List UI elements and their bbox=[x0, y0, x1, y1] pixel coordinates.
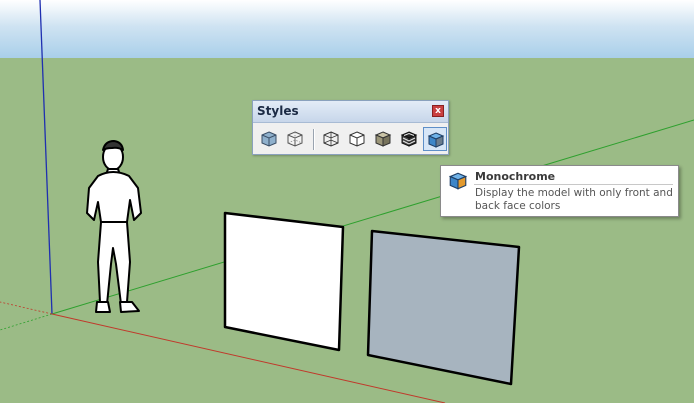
toolbar-titlebar[interactable]: Styles x bbox=[253, 101, 448, 123]
scale-figure[interactable] bbox=[86, 140, 142, 313]
tooltip-description: Display the model with only front and ba… bbox=[475, 187, 673, 212]
wireframe-icon bbox=[323, 131, 339, 147]
back-edges-button[interactable] bbox=[283, 127, 307, 151]
wireframe-button[interactable] bbox=[319, 127, 343, 151]
tooltip-title: Monochrome bbox=[475, 170, 556, 183]
close-button[interactable]: x bbox=[432, 105, 444, 117]
shaded-textures-button[interactable] bbox=[397, 127, 421, 151]
monochrome-icon bbox=[448, 172, 468, 190]
shaded-textures-icon bbox=[400, 131, 418, 147]
hidden-line-button[interactable] bbox=[345, 127, 369, 151]
xray-icon bbox=[261, 131, 277, 147]
back-edges-icon bbox=[287, 131, 303, 147]
shaded-button[interactable] bbox=[371, 127, 395, 151]
xray-button[interactable] bbox=[257, 127, 281, 151]
shaded-icon bbox=[374, 131, 392, 147]
back-face-panel[interactable] bbox=[366, 229, 521, 386]
monochrome-icon bbox=[427, 132, 445, 148]
styles-toolbar[interactable]: Styles x bbox=[252, 100, 449, 155]
green-axis-negative bbox=[0, 313, 53, 331]
tooltip-divider bbox=[474, 184, 673, 185]
blue-axis bbox=[39, 0, 53, 315]
red-axis-negative bbox=[0, 301, 53, 315]
monochrome-tooltip: Monochrome Display the model with only f… bbox=[440, 165, 679, 217]
monochrome-button[interactable] bbox=[423, 127, 447, 151]
toolbar-separator bbox=[313, 129, 315, 150]
toolbar-buttons bbox=[257, 127, 447, 153]
toolbar-title: Styles bbox=[257, 104, 299, 118]
hidden-line-icon bbox=[349, 131, 365, 147]
front-face-panel[interactable] bbox=[223, 211, 345, 352]
